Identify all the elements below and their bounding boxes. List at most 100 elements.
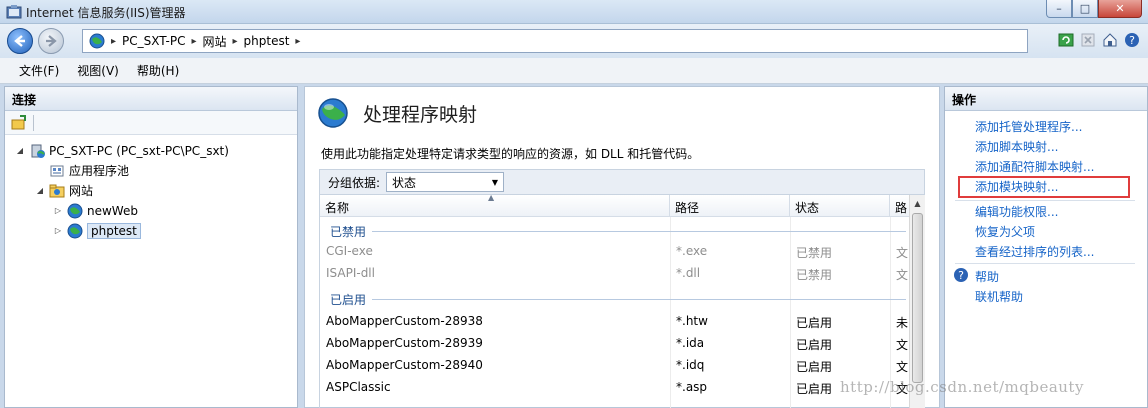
cell-state: 已启用 bbox=[796, 382, 833, 396]
tree-node-server[interactable]: ◢ PC_SXT-PC (PC_sxt-PC\PC_sxt) bbox=[15, 141, 229, 160]
help-icon: ? bbox=[1125, 33, 1139, 47]
breadcrumb-site[interactable]: phptest bbox=[244, 34, 290, 48]
connect-icon[interactable] bbox=[11, 114, 27, 131]
action-online-help[interactable]: 联机帮助 bbox=[975, 288, 1023, 305]
navigation-tools: ? bbox=[1056, 30, 1142, 50]
help-icon: ? bbox=[954, 268, 968, 282]
breadcrumb-separator: ▸ bbox=[111, 35, 117, 47]
minimize-button[interactable]: – bbox=[1046, 0, 1072, 18]
cell-name: AboMapperCustom-28939 bbox=[326, 336, 483, 350]
menu-file[interactable]: 文件(F) bbox=[10, 62, 68, 79]
cell-name: AboMapperCustom-28940 bbox=[326, 358, 483, 372]
action-add-managed-handler[interactable]: 添加托管处理程序... bbox=[975, 118, 1082, 135]
cell-path: *.ida bbox=[676, 336, 705, 350]
column-header-path-type[interactable]: 路 bbox=[890, 195, 910, 217]
server-icon bbox=[31, 144, 45, 158]
menu-view[interactable]: 视图(V) bbox=[68, 62, 128, 79]
stop-button[interactable] bbox=[1078, 30, 1098, 50]
cell-path: *.htw bbox=[676, 314, 708, 328]
refresh-button[interactable] bbox=[1056, 30, 1076, 50]
action-add-wildcard-script-map[interactable]: 添加通配符脚本映射... bbox=[975, 158, 1094, 175]
column-header-state[interactable]: 状态 bbox=[790, 195, 890, 217]
tree-node-label: newWeb bbox=[87, 203, 138, 218]
group-header-disabled[interactable]: 已禁用 bbox=[320, 221, 910, 241]
connections-title: 连接 bbox=[5, 87, 297, 111]
chevron-down-icon: ▼ bbox=[491, 177, 499, 187]
tree-node-sites[interactable]: ◢ 网站 bbox=[35, 181, 93, 200]
menu-bar: 文件(F) 视图(V) 帮助(H) bbox=[0, 58, 1148, 84]
actions-title: 操作 bbox=[945, 87, 1147, 111]
group-divider-line bbox=[372, 298, 906, 300]
back-button[interactable] bbox=[7, 28, 33, 54]
column-header-name[interactable]: 名称 ▲ bbox=[320, 195, 670, 217]
menu-help[interactable]: 帮助(H) bbox=[128, 62, 188, 79]
action-add-script-map[interactable]: 添加脚本映射... bbox=[975, 138, 1058, 155]
navigation-bar: ▸ PC_SXT-PC ▸ 网站 ▸ phptest ▸ ? bbox=[0, 24, 1148, 58]
feature-heading: 处理程序映射 bbox=[317, 97, 477, 129]
help-button[interactable]: ? bbox=[1122, 30, 1142, 50]
table-row[interactable]: AboMapperCustom-28940 *.idq 已启用 文 bbox=[320, 355, 910, 377]
table-row[interactable]: AboMapperCustom-28939 *.ida 已启用 文 bbox=[320, 333, 910, 355]
home-button[interactable] bbox=[1100, 30, 1120, 50]
close-button[interactable]: ✕ bbox=[1098, 0, 1142, 18]
cell-path: *.dll bbox=[676, 266, 701, 280]
action-edit-feature-permissions[interactable]: 编辑功能权限... bbox=[975, 203, 1058, 220]
action-revert-to-parent[interactable]: 恢复为父项 bbox=[975, 223, 1035, 240]
column-header-path[interactable]: 路径 bbox=[670, 195, 790, 217]
cell-state: 已启用 bbox=[796, 316, 833, 330]
stop-icon bbox=[1081, 33, 1095, 47]
tree-node-app-pools[interactable]: 应用程序池 bbox=[35, 161, 129, 180]
connections-panel: 连接 ◢ PC_SXT-PC (PC_sxt-PC\PC_sxt) 应用程序池 … bbox=[4, 86, 298, 408]
maximize-button[interactable]: □ bbox=[1072, 0, 1098, 18]
group-divider-line bbox=[372, 230, 906, 232]
svg-text:?: ? bbox=[958, 269, 964, 282]
cell-path: *.idq bbox=[676, 358, 705, 372]
tree-node-label: 应用程序池 bbox=[69, 164, 130, 178]
globe-icon bbox=[67, 203, 83, 218]
group-header-enabled[interactable]: 已启用 bbox=[320, 289, 910, 309]
red-highlight-box bbox=[958, 176, 1130, 198]
tree-node-label: 网站 bbox=[69, 184, 94, 198]
expand-toggle[interactable]: ▷ bbox=[53, 206, 63, 215]
globe-icon bbox=[67, 223, 83, 238]
table-row[interactable]: AboMapperCustom-28938 *.htw 已启用 未 bbox=[320, 311, 910, 333]
tree-node-newweb[interactable]: ▷ newWeb bbox=[53, 201, 138, 220]
expand-toggle[interactable]: ◢ bbox=[15, 146, 25, 155]
group-by-bar: 分组依据: 状态 ▼ bbox=[319, 169, 925, 195]
cell-name: ASPClassic bbox=[326, 380, 391, 394]
cell-path: *.asp bbox=[676, 380, 708, 394]
back-arrow-icon bbox=[14, 35, 25, 47]
expand-toggle[interactable]: ◢ bbox=[35, 186, 45, 195]
table-row[interactable]: ASPClassic *.asp 已启用 文 bbox=[320, 377, 910, 399]
title-bar: Internet 信息服务(IIS)管理器 – □ ✕ bbox=[0, 0, 1148, 24]
group-by-label: 分组依据: bbox=[328, 175, 381, 190]
action-help[interactable]: 帮助 bbox=[975, 268, 999, 285]
globe-icon bbox=[89, 33, 105, 49]
expand-toggle[interactable]: ▷ bbox=[53, 226, 63, 235]
cell-path-type: 未 bbox=[896, 316, 909, 330]
table-row[interactable]: ISAPI-dll *.dll 已禁用 文 bbox=[320, 263, 910, 285]
breadcrumb-sites[interactable]: 网站 bbox=[202, 33, 226, 50]
cell-name: ISAPI-dll bbox=[326, 266, 375, 280]
iis-app-icon bbox=[6, 5, 22, 19]
table-row[interactable]: CGI-exe *.exe 已禁用 文 bbox=[320, 241, 910, 263]
vertical-scrollbar[interactable]: ▲ bbox=[909, 195, 925, 408]
action-view-ordered-list[interactable]: 查看经过排序的列表... bbox=[975, 243, 1094, 260]
home-icon bbox=[1103, 33, 1117, 47]
handler-mapping-list: 名称 ▲ 路径 状态 路 已禁用 CGI-exe *.exe 已禁用 文 ISAP… bbox=[319, 195, 925, 408]
list-header: 名称 ▲ 路径 状态 路 bbox=[320, 195, 910, 217]
address-bar[interactable]: ▸ PC_SXT-PC ▸ 网站 ▸ phptest ▸ bbox=[82, 29, 1028, 53]
forward-button[interactable] bbox=[38, 28, 64, 54]
group-by-select[interactable]: 状态 ▼ bbox=[386, 172, 505, 192]
svg-text:?: ? bbox=[1129, 34, 1135, 47]
sites-folder-icon bbox=[49, 184, 65, 197]
tree-node-phptest[interactable]: ▷ phptest bbox=[53, 221, 141, 240]
scroll-thumb[interactable] bbox=[912, 213, 923, 383]
cell-name: CGI-exe bbox=[326, 244, 373, 258]
actions-panel: 操作 添加托管处理程序... 添加脚本映射... 添加通配符脚本映射... 添加… bbox=[944, 86, 1148, 408]
cell-state: 已禁用 bbox=[796, 246, 833, 260]
window-controls: – □ ✕ bbox=[1046, 0, 1142, 18]
scroll-up-arrow-icon[interactable]: ▲ bbox=[910, 195, 925, 211]
feature-description: 使用此功能指定处理特定请求类型的响应的资源，如 DLL 和托管代码。 bbox=[321, 147, 700, 161]
breadcrumb-server[interactable]: PC_SXT-PC bbox=[122, 34, 185, 48]
